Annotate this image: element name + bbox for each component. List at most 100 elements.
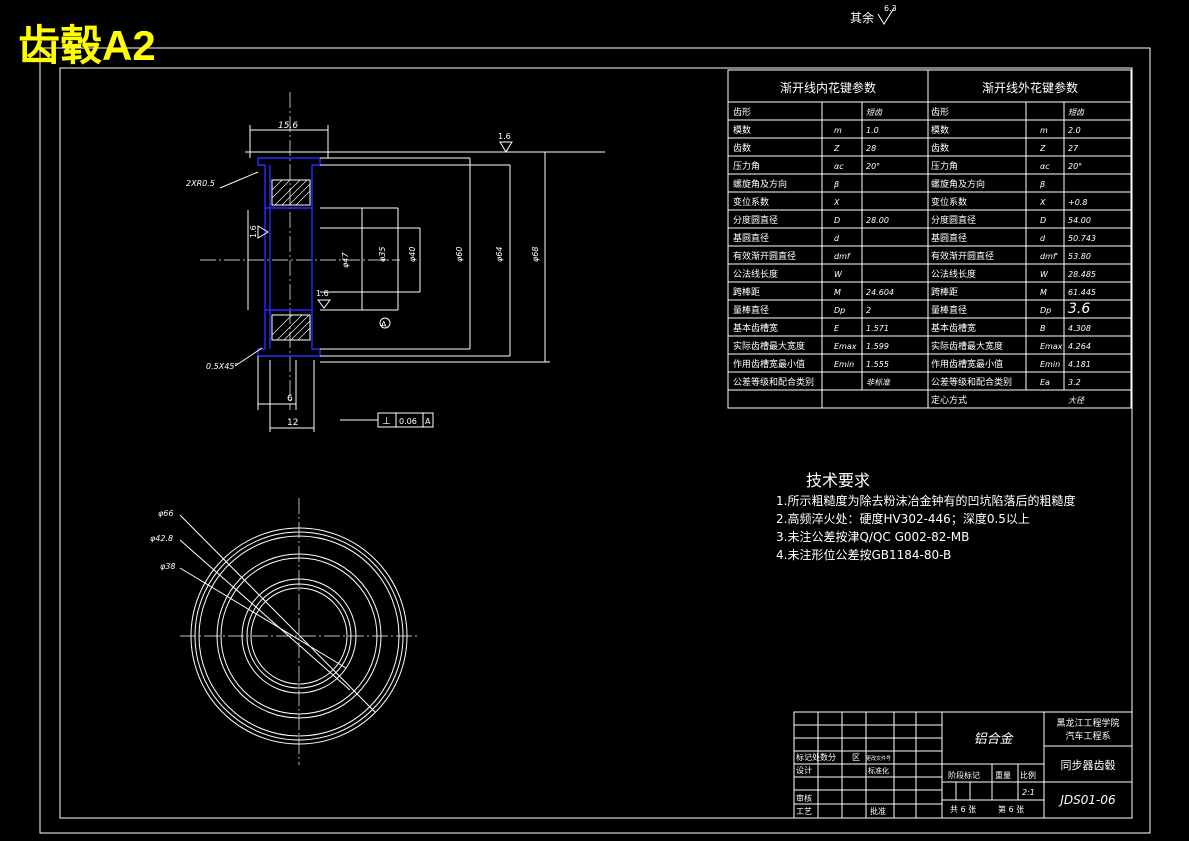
table-cell-osym: Dp bbox=[1040, 306, 1051, 315]
dim-chamfer-45: 0.5X45° bbox=[206, 362, 238, 371]
table-cell-osym: Emin bbox=[1040, 360, 1060, 369]
part-name: 同步器齿毂 bbox=[1061, 759, 1116, 772]
sheet-count: 共 6 张 bbox=[950, 805, 976, 814]
dim-w12: 12 bbox=[287, 418, 298, 428]
table-cell-osym: D bbox=[1040, 216, 1046, 225]
table-cell-oval: 3.6 bbox=[1068, 301, 1090, 317]
front-view: φ66 φ42.8 φ38 bbox=[150, 498, 420, 765]
svg-text:1.6: 1.6 bbox=[316, 289, 329, 298]
dim-d68: φ68 bbox=[531, 247, 540, 262]
perpendicularity-frame: ⊥ 0.06 A bbox=[340, 412, 434, 428]
table-cell-osym: X bbox=[1039, 198, 1046, 207]
dim-circle-d66: φ66 bbox=[158, 509, 173, 518]
table-cell-ival: 1.0 bbox=[866, 126, 879, 135]
table-cell-iname: 齿数 bbox=[733, 142, 751, 154]
svg-text:6.3: 6.3 bbox=[884, 4, 897, 13]
svg-text:A: A bbox=[425, 417, 431, 426]
roughness-rest-mark: 其余 6.3 bbox=[850, 4, 897, 25]
table-cell-ival: 1.555 bbox=[866, 360, 889, 369]
table-cell-iname: 量棒直径 bbox=[733, 304, 769, 316]
banner-title: 齿毂A2 bbox=[18, 22, 156, 69]
table-cell-oname: 齿形 bbox=[931, 106, 949, 118]
tech-req-item-2: 2.高频淬火处：硬度HV302-446；深度0.5以上 bbox=[776, 511, 1030, 526]
design-label: 设计 bbox=[796, 765, 812, 775]
table-cell-oval: +0.8 bbox=[1068, 198, 1087, 207]
table-cell-iname: 公法线长度 bbox=[733, 268, 778, 280]
table-cell-oval: 3.2 bbox=[1068, 378, 1081, 387]
table-cell-oval: 27 bbox=[1068, 144, 1079, 153]
stage-mark: 阶段标记 bbox=[948, 770, 980, 780]
table-cell-osym: M bbox=[1040, 288, 1047, 297]
table-cell-oname: 公差等级和配合类别 bbox=[931, 376, 1012, 388]
table-cell-osym: Ea bbox=[1040, 378, 1050, 387]
table-cell-oname: 分度圆直径 bbox=[931, 214, 976, 226]
table-cell-osym: β bbox=[1039, 180, 1045, 189]
part-profile-upper bbox=[257, 157, 321, 209]
table-cell-isym: αc bbox=[834, 162, 844, 171]
table-cell-isym: dmf bbox=[834, 252, 851, 261]
table-cell-osym: Z bbox=[1039, 144, 1046, 153]
table-cell-oval: 50.743 bbox=[1068, 234, 1096, 243]
table-cell-osym: Emax bbox=[1040, 342, 1063, 351]
svg-text:1.6: 1.6 bbox=[498, 132, 511, 141]
table-cell-isym: m bbox=[834, 126, 842, 135]
hatching-upper bbox=[271, 179, 311, 206]
hatching-lower bbox=[271, 314, 311, 341]
table-cell-ival: 1.571 bbox=[866, 324, 889, 333]
table-cell-isym: E bbox=[834, 324, 840, 333]
table-cell-iname: 模数 bbox=[733, 124, 751, 136]
department: 汽车工程系 bbox=[1065, 730, 1110, 742]
table-cell-ival: 24.604 bbox=[866, 288, 894, 297]
table-cell-oname: 变位系数 bbox=[931, 196, 967, 208]
dim-width-top: 15.6 bbox=[278, 121, 298, 131]
table-cell-oname: 跨棒距 bbox=[931, 286, 958, 298]
table-cell-iname: 公差等级和配合类别 bbox=[733, 376, 814, 388]
dim-d60: φ60 bbox=[455, 247, 464, 262]
table-cell-oval: 4.264 bbox=[1068, 342, 1091, 351]
table-cell-iname: 螺旋角及方向 bbox=[733, 178, 787, 190]
table-cell-oname: 螺旋角及方向 bbox=[931, 178, 985, 190]
table-cell-oname: 公法线长度 bbox=[931, 268, 976, 280]
table-cell-isym: Dp bbox=[834, 306, 845, 315]
table-cell-iname: 基圆直径 bbox=[733, 232, 769, 244]
table-cell-isym: D bbox=[834, 216, 840, 225]
table-cell-oname: 压力角 bbox=[931, 160, 958, 172]
weight-label: 重量 bbox=[995, 770, 1011, 780]
dim-d64: φ64 bbox=[495, 247, 504, 262]
outer-border bbox=[39, 47, 1151, 834]
table-cell-oval: 4.308 bbox=[1068, 324, 1091, 333]
table-cell-isym: Emax bbox=[834, 342, 857, 351]
dim-circle-d38: φ38 bbox=[160, 562, 175, 571]
drawing-number: JDS01-06 bbox=[1058, 793, 1116, 807]
table-cell-oname: 作用齿槽宽最小值 bbox=[931, 358, 1003, 370]
table-cell-oval: 61.445 bbox=[1068, 288, 1096, 297]
table-cell-oname: 基本齿槽宽 bbox=[931, 322, 976, 334]
svg-text:1.6: 1.6 bbox=[249, 225, 258, 238]
table-cell-ival: 非标准 bbox=[866, 378, 891, 387]
table-cell-osym: B bbox=[1040, 324, 1046, 333]
table-cell-osym: d bbox=[1040, 234, 1046, 243]
table-cell-iname: 基本齿槽宽 bbox=[733, 322, 778, 334]
part-profile-lower bbox=[257, 309, 321, 357]
dim-circle-d42-8: φ42.8 bbox=[150, 534, 173, 543]
table-cell-iname: 压力角 bbox=[733, 160, 760, 172]
table-cell-oname: 基圆直径 bbox=[931, 232, 967, 244]
tech-req-item-1: 1.所示粗糙度为除去粉沫冶金钟有的凹坑陷落后的粗糙度 bbox=[776, 493, 1075, 508]
table-cell-oname: 定心方式 bbox=[931, 394, 967, 406]
table-cell-oname: 模数 bbox=[931, 124, 949, 136]
table-cell-ival: 20° bbox=[866, 162, 880, 171]
roughness-inner-mark: 1.6 bbox=[316, 289, 331, 309]
dim-d35: φ35 bbox=[378, 247, 387, 262]
outer-spline-title: 渐开线外花键参数 bbox=[982, 80, 1078, 95]
zone-label: 区 bbox=[852, 753, 860, 762]
svg-text:A: A bbox=[381, 320, 387, 329]
approve-label: 批准 bbox=[870, 806, 886, 816]
dim-d47: φ47 bbox=[341, 252, 350, 268]
sheet-number: 第 6 张 bbox=[998, 804, 1024, 814]
tech-requirements: 技术要求 1.所示粗糙度为除去粉沫冶金钟有的凹坑陷落后的粗糙度 2.高频淬火处：… bbox=[776, 471, 1075, 562]
table-cell-oval: 28.485 bbox=[1068, 270, 1096, 279]
mark-label: 标记处数分 bbox=[796, 752, 836, 762]
table-cell-oname: 有效渐开圆直径 bbox=[931, 250, 994, 262]
school-name: 黑龙江工程学院 bbox=[1056, 717, 1119, 729]
table-cell-oval: 短齿 bbox=[1068, 108, 1085, 117]
